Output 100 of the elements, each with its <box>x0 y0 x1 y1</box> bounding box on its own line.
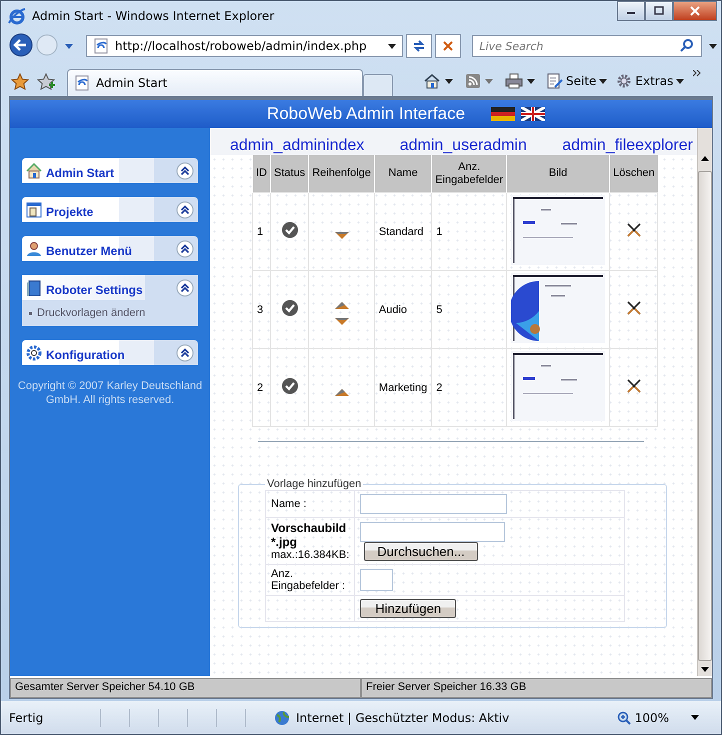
check-status-icon <box>280 221 299 239</box>
table-cell: 1 <box>436 226 442 238</box>
status-text: Fertig <box>9 710 44 724</box>
copyright-text: Copyright © 2007 Karley Deutschland GmbH. All rights reserved. <box>16 379 204 407</box>
add-button[interactable]: Hinzufügen <box>360 599 456 618</box>
field-label: Name : <box>271 498 308 510</box>
nav-link[interactable]: admin_useradmin <box>400 137 527 155</box>
delete-icon[interactable] <box>626 222 642 238</box>
page-icon <box>74 75 90 91</box>
move-down-arrow-icon[interactable] <box>334 318 349 326</box>
home-icon[interactable] <box>423 73 441 89</box>
column-header[interactable]: Bild <box>506 155 610 192</box>
history-caret-icon[interactable] <box>65 44 73 48</box>
move-up-arrow-icon[interactable] <box>334 301 349 309</box>
german-flag-icon[interactable] <box>491 107 516 121</box>
caret-icon[interactable] <box>599 78 608 84</box>
person-icon <box>26 240 42 256</box>
command-menu[interactable]: Extras <box>616 73 684 89</box>
field-hint: max.:16.384KB: <box>271 549 350 561</box>
maximize-icon <box>654 6 664 16</box>
feed-icon[interactable] <box>465 73 481 89</box>
scroll-up-arrow-icon[interactable] <box>701 156 709 161</box>
column-header[interactable]: ID <box>252 155 270 192</box>
sidebar-menu-item[interactable]: Projekte <box>46 204 172 218</box>
page-edit-icon <box>547 73 563 89</box>
search-options-caret-icon[interactable] <box>709 44 717 48</box>
server-icon <box>26 280 42 296</box>
zoom-level-text[interactable]: 100% <box>634 710 669 724</box>
file-input-field[interactable] <box>360 522 506 542</box>
field-count-input-field[interactable] <box>360 569 394 591</box>
search-field[interactable]: Live Search <box>472 35 702 57</box>
security-zone-text: Internet | Geschützter Modus: Aktiv <box>296 710 510 724</box>
browser-logo-icon <box>8 6 26 24</box>
collapse-toggle-icon[interactable] <box>176 200 194 218</box>
table-cell: 5 <box>436 304 442 316</box>
house-icon <box>26 162 42 178</box>
globe-icon <box>274 710 290 726</box>
column-header[interactable]: Status <box>270 155 309 192</box>
maximize-button[interactable] <box>645 1 673 21</box>
move-up-arrow-icon[interactable] <box>334 388 349 396</box>
column-header[interactable]: Anz. Eingabefelder <box>432 155 507 192</box>
close-button[interactable] <box>673 1 717 21</box>
column-header[interactable]: Reihenfolge <box>308 155 374 192</box>
delete-icon[interactable] <box>626 300 642 316</box>
minimize-button[interactable] <box>617 1 645 21</box>
window-title: Admin Start - Windows Internet Explorer <box>32 8 276 22</box>
sidebar-menu-item[interactable]: Benutzer Menü <box>46 244 172 258</box>
table-cell: Audio <box>378 304 408 316</box>
column-header[interactable]: Name <box>374 155 432 192</box>
caret-icon[interactable] <box>527 78 535 84</box>
nav-link[interactable]: admin_fileexplorer <box>562 137 693 155</box>
page-icon <box>93 38 109 54</box>
column-header[interactable]: Löschen <box>610 155 658 192</box>
sidebar-menu-item[interactable]: Konfiguration <box>46 348 172 362</box>
chevron-icon[interactable] <box>693 70 702 77</box>
move-down-arrow-icon[interactable] <box>334 232 349 240</box>
caret-icon[interactable] <box>691 715 699 720</box>
back-button[interactable] <box>9 32 33 60</box>
table-cell: 1 <box>257 226 264 238</box>
close-icon <box>689 6 701 16</box>
caret-icon[interactable] <box>388 44 396 48</box>
collapse-toggle-icon[interactable] <box>176 278 194 296</box>
collapse-toggle-icon[interactable] <box>176 162 194 180</box>
scrollbar[interactable] <box>697 128 712 676</box>
sidebar-menu-item[interactable]: Admin Start <box>46 166 172 180</box>
table-cell: Standard <box>378 226 424 238</box>
field-label: Vorschaubild *.jpg <box>271 521 348 549</box>
document-icon <box>26 202 42 218</box>
server-info-text: Gesamter Server Speicher 54.10 GB <box>10 678 361 698</box>
gear-icon <box>26 344 42 360</box>
command-menu[interactable]: Seite <box>547 73 608 89</box>
delete-icon[interactable] <box>626 378 642 394</box>
scroll-down-arrow-icon[interactable] <box>701 667 709 672</box>
british-flag-icon[interactable] <box>521 107 546 121</box>
check-status-icon <box>280 377 299 395</box>
fieldset-legend: Vorlage hinzufügen <box>265 478 364 490</box>
field-label: Anz. Eingabefelder : <box>271 568 346 592</box>
server-info-text: Freier Server Speicher 16.33 GB <box>361 678 712 698</box>
browser-tab[interactable]: Admin Start <box>67 69 363 96</box>
caret-icon[interactable] <box>676 78 684 84</box>
name-input-field[interactable] <box>360 494 508 514</box>
table-cell: 3 <box>257 304 264 316</box>
browse-button[interactable]: Durchsuchen... <box>364 542 478 560</box>
table-cell: 2 <box>257 382 264 394</box>
refresh-button[interactable] <box>406 34 432 58</box>
zoom-icon[interactable] <box>616 710 631 724</box>
bullet-icon <box>29 312 32 314</box>
table-cell: 2 <box>436 382 442 394</box>
check-status-icon <box>280 299 299 317</box>
address-field[interactable]: http://localhost/roboweb/admin/index.php <box>86 35 404 57</box>
collapse-toggle-icon[interactable] <box>176 344 194 362</box>
printer-icon[interactable] <box>505 73 523 89</box>
collapse-toggle-icon[interactable] <box>176 240 194 258</box>
gear-icon <box>616 73 632 89</box>
caret-icon[interactable] <box>445 78 453 84</box>
nav-link[interactable]: admin_adminindex <box>230 137 364 155</box>
page-title: RoboWeb Admin Interface <box>266 104 466 124</box>
stop-button[interactable] <box>435 34 462 58</box>
table-cell: Marketing <box>378 382 428 394</box>
submenu-item[interactable]: Druckvorlagen ändern <box>37 307 146 319</box>
